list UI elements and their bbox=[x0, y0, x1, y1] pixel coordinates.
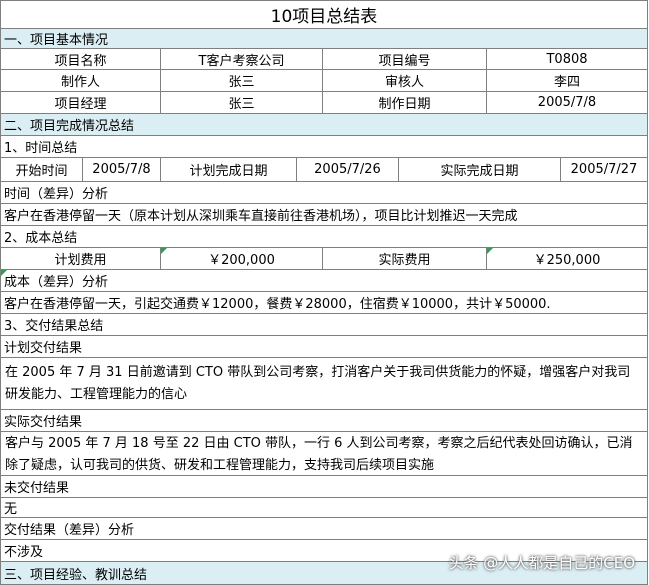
info-row: 项目名称 T客户考察公司 项目编号 T0808 bbox=[0, 49, 648, 70]
planned-delivery-label-row: 计划交付结果 bbox=[0, 336, 648, 358]
undelivered-label-row: 未交付结果 bbox=[0, 476, 648, 498]
value-actual-cost: ￥250,000 bbox=[487, 248, 647, 269]
info-row: 制作人 张三 审核人 李四 bbox=[0, 70, 648, 92]
time-diff-text: 客户在香港停留一天（原本计划从深圳乘车直接前往香港机场），项目比计划推迟一天完成 bbox=[4, 209, 518, 224]
section-1-title: 一、项目基本情况 bbox=[1, 29, 647, 48]
time-values-row: 开始时间 2005/7/8 计划完成日期 2005/7/26 实际完成日期 20… bbox=[0, 158, 648, 182]
label-project-manager: 项目经理 bbox=[1, 92, 161, 113]
cost-summary-title: 2、成本总结 bbox=[4, 231, 78, 246]
undelivered-label: 未交付结果 bbox=[4, 481, 70, 496]
cell-marker-icon bbox=[161, 248, 167, 254]
undelivered-text: 无 bbox=[4, 502, 18, 517]
sheet-title: 10项目总结表 bbox=[270, 7, 378, 27]
time-diff-text-row: 客户在香港停留一天（原本计划从深圳乘车直接前往香港机场），项目比计划推迟一天完成 bbox=[0, 204, 648, 226]
label-actual-cost: 实际费用 bbox=[323, 248, 487, 269]
delivery-summary-row: 3、交付结果总结 bbox=[0, 314, 648, 336]
label-project-number: 项目编号 bbox=[323, 49, 487, 69]
delivery-diff-label: 交付结果（差异）分析 bbox=[4, 523, 135, 538]
time-diff-label: 时间（差异）分析 bbox=[4, 187, 109, 202]
sheet-title-row: 10项目总结表 bbox=[0, 0, 648, 29]
time-summary-row: 1、时间总结 bbox=[0, 136, 648, 158]
cost-diff-label: 成本（差异）分析 bbox=[1, 270, 647, 291]
cost-diff-text-row: 客户在香港停留一天，引起交通费￥12000，餐费￥28000，住宿费￥10000… bbox=[0, 292, 648, 314]
value-project-name: T客户考察公司 bbox=[161, 49, 323, 69]
label-project-name: 项目名称 bbox=[1, 49, 161, 69]
section-2-header: 二、项目完成情况总结 bbox=[0, 114, 648, 136]
cost-values-row: 计划费用 ￥200,000 实际费用 ￥250,000 bbox=[0, 248, 648, 270]
value-planned-finish: 2005/7/26 bbox=[297, 158, 399, 181]
planned-cost-text: ￥200,000 bbox=[208, 253, 275, 268]
value-start-time: 2005/7/8 bbox=[83, 158, 161, 181]
planned-delivery-label: 计划交付结果 bbox=[4, 341, 83, 356]
value-actual-finish: 2005/7/27 bbox=[570, 162, 638, 177]
undelivered-text-row: 无 bbox=[0, 498, 648, 518]
cell-marker-icon bbox=[487, 248, 493, 254]
actual-delivery-text-row: 客户与 2005 年 7 月 18 号至 22 日由 CTO 带队，一行 6 人… bbox=[0, 432, 648, 476]
section-2-title: 二、项目完成情况总结 bbox=[1, 114, 647, 135]
value-author: 张三 bbox=[161, 70, 323, 91]
cost-diff-label-row: 成本（差异）分析 bbox=[0, 270, 648, 292]
delivery-diff-label-row: 交付结果（差异）分析 bbox=[0, 518, 648, 540]
cost-diff-label-text: 成本（差异）分析 bbox=[4, 275, 109, 290]
label-created-date: 制作日期 bbox=[323, 92, 487, 113]
actual-delivery-label-row: 实际交付结果 bbox=[0, 410, 648, 432]
cost-summary-row: 2、成本总结 bbox=[0, 226, 648, 248]
value-project-number: T0808 bbox=[546, 51, 588, 67]
delivery-summary-title: 3、交付结果总结 bbox=[4, 319, 104, 334]
project-summary-sheet: 10项目总结表 一、项目基本情况 项目名称 T客户考察公司 项目编号 T0808… bbox=[0, 0, 649, 585]
actual-delivery-label: 实际交付结果 bbox=[4, 415, 83, 430]
value-planned-cost: ￥200,000 bbox=[161, 248, 323, 269]
watermark: 头条 @人人都是自己的CEO bbox=[448, 554, 635, 572]
info-row: 项目经理 张三 制作日期 2005/7/8 bbox=[0, 92, 648, 114]
cost-diff-text: 客户在香港停留一天，引起交通费￥12000，餐费￥28000，住宿费￥10000… bbox=[4, 297, 551, 312]
planned-delivery-text-row: 在 2005 年 7 月 31 日前邀请到 CTO 带队到公司考察，打消客户关于… bbox=[0, 358, 648, 410]
label-actual-finish: 实际完成日期 bbox=[399, 158, 561, 181]
value-reviewer: 李四 bbox=[553, 75, 580, 90]
actual-cost-text: ￥250,000 bbox=[533, 253, 601, 268]
time-summary-title: 1、时间总结 bbox=[4, 141, 78, 156]
label-reviewer: 审核人 bbox=[323, 70, 487, 91]
label-planned-cost: 计划费用 bbox=[1, 248, 161, 269]
value-project-manager: 张三 bbox=[161, 92, 323, 113]
actual-delivery-text: 客户与 2005 年 7 月 18 号至 22 日由 CTO 带队，一行 6 人… bbox=[5, 436, 633, 473]
label-author: 制作人 bbox=[1, 70, 161, 91]
time-diff-label-row: 时间（差异）分析 bbox=[0, 182, 648, 204]
planned-delivery-text: 在 2005 年 7 月 31 日前邀请到 CTO 带队到公司考察，打消客户关于… bbox=[5, 365, 631, 402]
value-created-date: 2005/7/8 bbox=[537, 95, 597, 110]
cell-marker-icon bbox=[1, 270, 7, 276]
label-start-time: 开始时间 bbox=[1, 158, 83, 181]
section-1-header: 一、项目基本情况 bbox=[0, 29, 648, 49]
label-planned-finish: 计划完成日期 bbox=[161, 158, 297, 181]
